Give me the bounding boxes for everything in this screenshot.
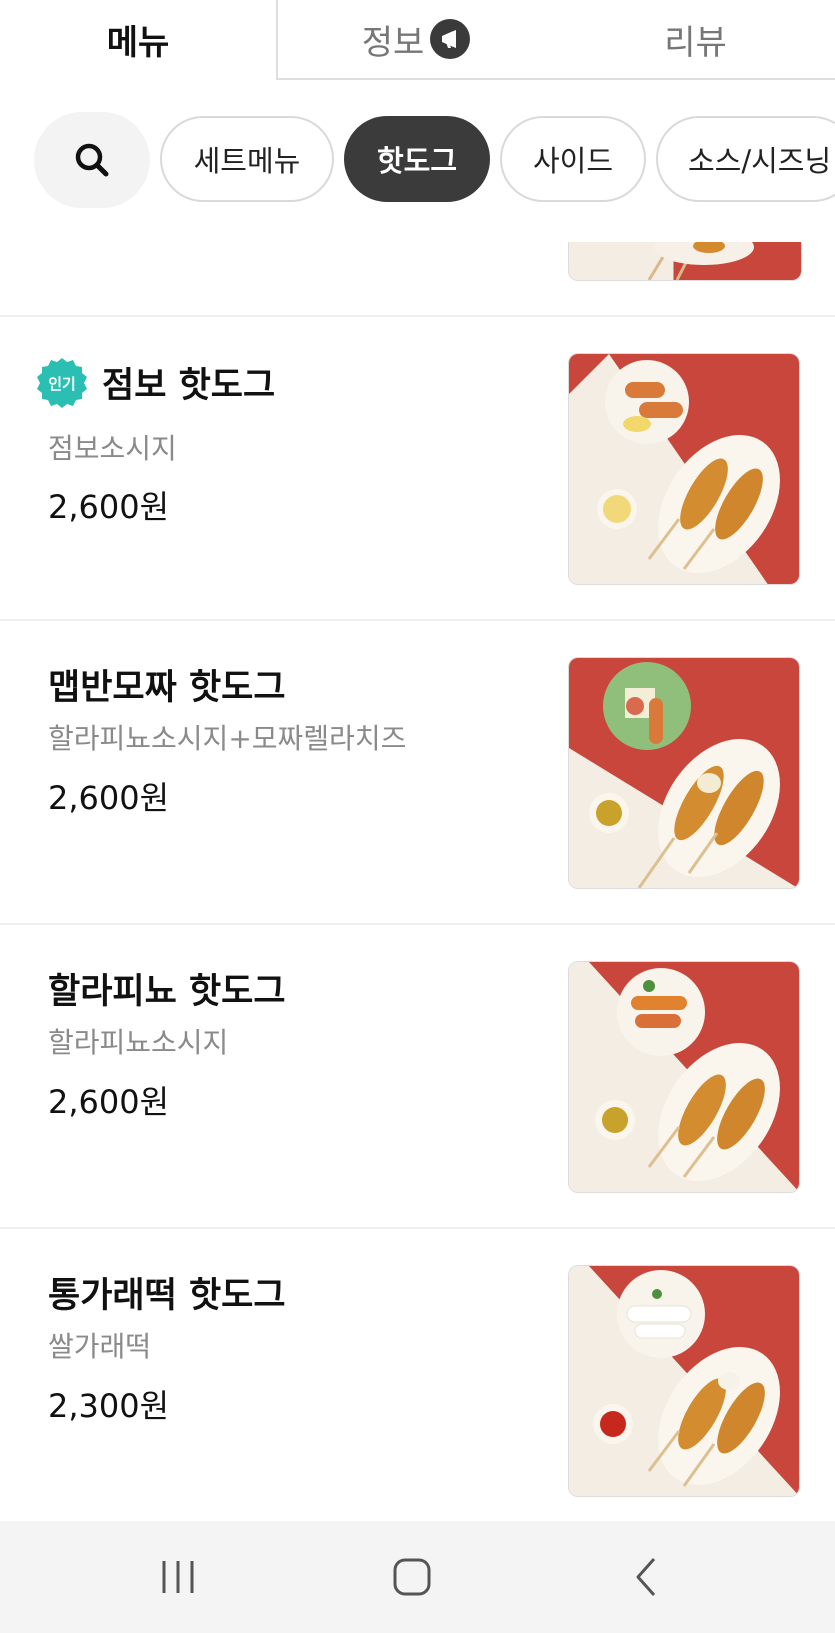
tab-menu[interactable]: 메뉴 — [0, 0, 278, 78]
item-price: 2,600원 — [48, 488, 170, 526]
item-image[interactable] — [568, 353, 800, 585]
item-price: 2,300원 — [48, 1387, 170, 1425]
menu-item[interactable]: 맵반모짜 핫도그 할라피뇨소시지+모짜렐라치즈 2,600원 — [0, 621, 835, 921]
item-name: 통가래떡 핫도그 — [48, 1276, 286, 1316]
category-chip-row: 세트메뉴 핫도그 사이드 소스/시즈닝 — [0, 110, 835, 208]
item-description: 쌀가래떡 — [48, 1330, 152, 1363]
item-price: 2,600원 — [48, 779, 170, 817]
menu-item-image-partial[interactable] — [568, 242, 802, 281]
item-name: 할라피뇨 핫도그 — [48, 972, 286, 1012]
home-button[interactable] — [372, 1547, 452, 1607]
search-button[interactable] — [34, 112, 150, 208]
chip-label: 세트메뉴 — [193, 144, 301, 178]
item-price: 2,600원 — [48, 1083, 170, 1121]
menu-item[interactable]: 할라피뇨 핫도그 할라피뇨소시지 2,600원 — [0, 925, 835, 1225]
menu-item[interactable]: 인기 점보 핫도그 점보소시지 2,600원 — [0, 317, 835, 617]
chip-label: 핫도그 — [376, 144, 458, 178]
chip-side[interactable]: 사이드 — [500, 116, 646, 202]
tab-review[interactable]: 리뷰 — [556, 0, 835, 80]
top-tab-bar: 메뉴 정보 리뷰 — [0, 0, 835, 80]
recent-apps-icon — [162, 1561, 194, 1593]
chip-hotdog[interactable]: 핫도그 — [344, 116, 490, 202]
tab-info-label: 정보 — [361, 22, 425, 63]
tab-review-label: 리뷰 — [664, 22, 727, 63]
item-image[interactable] — [568, 961, 800, 1193]
back-icon — [636, 1558, 656, 1596]
tab-menu-label: 메뉴 — [106, 22, 170, 63]
chip-label: 사이드 — [532, 144, 614, 178]
back-button[interactable] — [606, 1547, 686, 1607]
item-description: 할라피뇨소시지 — [48, 1026, 229, 1059]
popular-badge-label: 인기 — [48, 375, 76, 393]
item-description: 점보소시지 — [48, 432, 177, 465]
item-name: 맵반모짜 핫도그 — [48, 668, 286, 708]
chip-sauce-seasoning[interactable]: 소스/시즈닝 — [656, 116, 835, 202]
chip-label: 소스/시즈닝 — [688, 144, 832, 178]
item-image[interactable] — [568, 657, 800, 889]
search-icon — [75, 143, 109, 177]
recent-apps-button[interactable] — [138, 1547, 218, 1607]
menu-item[interactable]: 통가래떡 핫도그 쌀가래떡 2,300원 — [0, 1229, 835, 1529]
popular-badge: 인기 — [37, 358, 87, 408]
home-icon — [393, 1558, 431, 1596]
chip-set-menu[interactable]: 세트메뉴 — [160, 116, 334, 202]
item-image[interactable] — [568, 1265, 800, 1497]
item-name: 점보 핫도그 — [102, 366, 276, 406]
megaphone-icon — [430, 19, 471, 59]
item-description: 할라피뇨소시지+모짜렐라치즈 — [48, 722, 407, 755]
system-navigation-bar — [0, 1521, 835, 1633]
tab-info[interactable]: 정보 — [276, 0, 556, 80]
